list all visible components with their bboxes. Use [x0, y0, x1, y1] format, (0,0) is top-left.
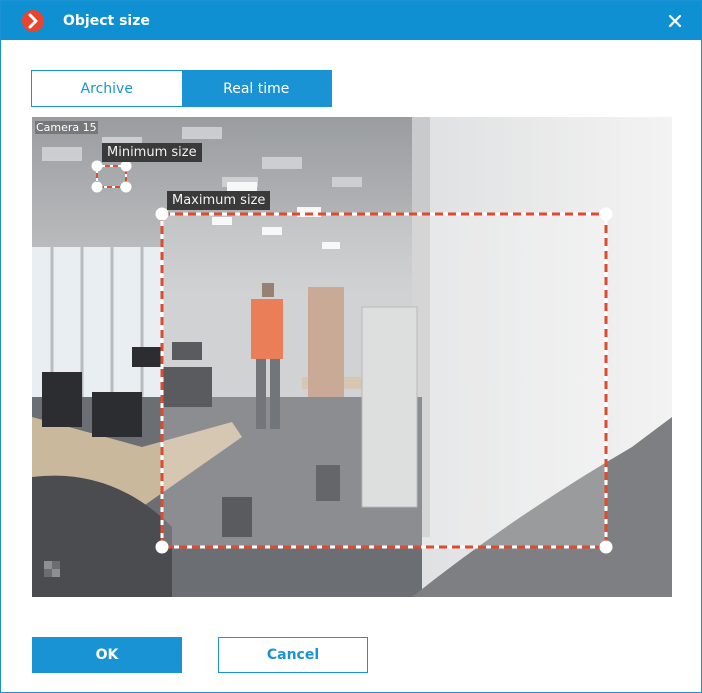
dialog-title: Object size [63, 13, 150, 29]
cancel-button[interactable]: Cancel [218, 637, 368, 673]
mode-tabs: Archive Real time [31, 70, 332, 107]
tab-archive[interactable]: Archive [32, 71, 182, 106]
chevron-right-icon [22, 10, 44, 32]
title-bar: Object size [1, 1, 701, 40]
ok-button[interactable]: OK [32, 637, 182, 673]
maximum-size-label: Maximum size [167, 191, 271, 210]
resize-handle[interactable] [155, 540, 169, 554]
resize-handle[interactable] [91, 160, 103, 172]
camera-label: Camera 15 [35, 121, 98, 134]
camera-scene [32, 117, 672, 597]
minimum-size-label: Minimum size [102, 143, 202, 162]
resize-handle[interactable] [599, 540, 613, 554]
object-size-dialog: Object size Archive Real time Camera 15 … [0, 0, 702, 693]
resize-handle[interactable] [120, 181, 132, 193]
resize-handle[interactable] [91, 181, 103, 193]
tab-real-time[interactable]: Real time [181, 71, 331, 106]
resize-handle[interactable] [599, 207, 613, 221]
resize-handle[interactable] [120, 160, 132, 172]
close-icon[interactable] [665, 11, 685, 31]
camera-video-frame[interactable]: Camera 15 Minimum size Maximum size [32, 117, 672, 597]
